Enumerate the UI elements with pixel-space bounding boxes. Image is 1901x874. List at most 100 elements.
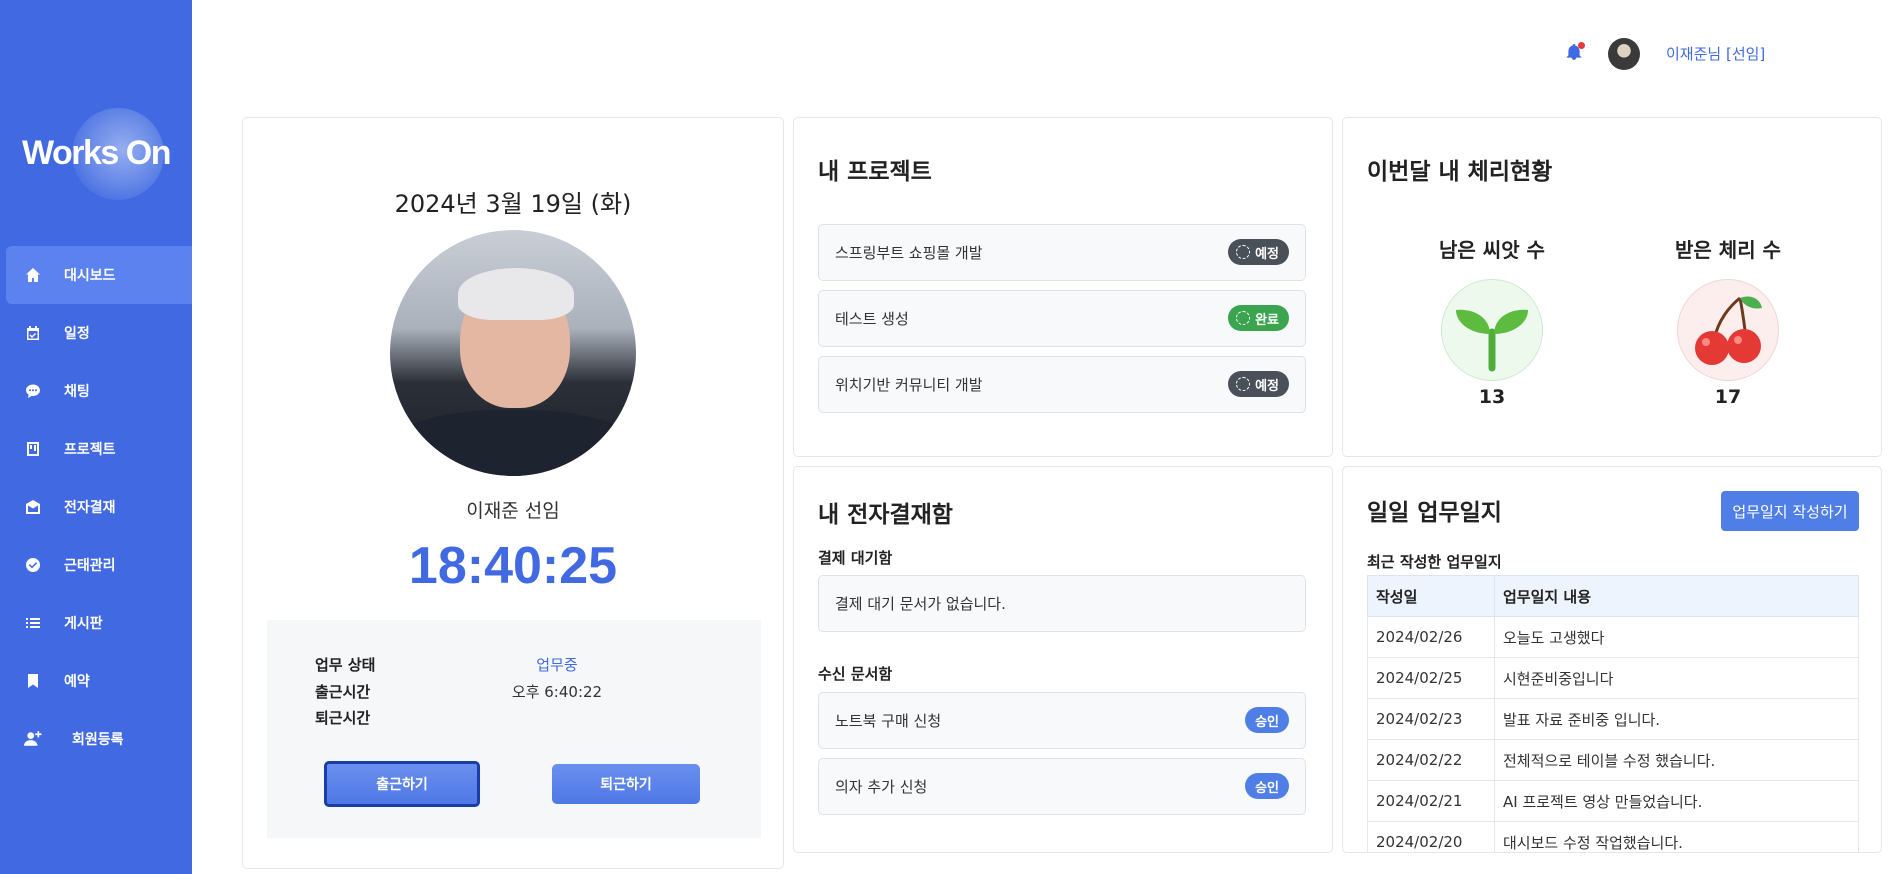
bookmark-icon <box>24 672 42 690</box>
cherry-status-card: 이번달 내 체리현황 남은 씨앗 수 13 받은 체리 수 17 <box>1342 117 1882 457</box>
profile-name: 이재준 선임 <box>466 500 560 522</box>
sidebar-item-label: 회원등록 <box>72 732 124 748</box>
project-name: 스프링부트 쇼핑몰 개발 <box>835 244 983 262</box>
spinner-icon <box>1236 311 1251 325</box>
daily-log-table: 작성일 업무일지 내용 2024/02/26 오늘도 고생했다 2024/02/2… <box>1367 575 1859 852</box>
log-content: 발표 자료 준비중 입니다. <box>1494 698 1859 740</box>
spinner-icon <box>1236 245 1251 259</box>
checkin-time-label: 출근시간 <box>315 683 371 701</box>
project-item[interactable]: 위치기반 커뮤니티 개발 예정 <box>818 356 1306 413</box>
table-row[interactable]: 2024/02/23 발표 자료 준비중 입니다. <box>1367 698 1859 740</box>
project-item[interactable]: 테스트 생성 완료 <box>818 290 1306 347</box>
sidebar-item-attendance[interactable]: 근태관리 <box>0 536 192 594</box>
daily-log-card: 일일 업무일지 업무일지 작성하기 최근 작성한 업무일지 작성일 업무일지 내… <box>1342 466 1882 853</box>
table-row[interactable]: 2024/02/21 AI 프로젝트 영상 만들었습니다. <box>1367 780 1859 822</box>
document-name: 노트북 구매 신청 <box>835 712 942 730</box>
sidebar-item-chat[interactable]: 채팅 <box>0 362 192 420</box>
log-date: 2024/02/21 <box>1367 780 1495 822</box>
approval-card: 내 전자결재함 결제 대기함 결제 대기 문서가 없습니다. 수신 문서함 노트… <box>793 466 1333 853</box>
approval-title: 내 전자결재함 <box>818 502 953 528</box>
log-content: 전체적으로 테이블 수정 했습니다. <box>1494 739 1859 781</box>
log-content: 시현준비중입니다 <box>1494 657 1859 699</box>
checkin-button[interactable]: 출근하기 <box>324 761 480 807</box>
work-status-label: 업무 상태 <box>315 656 376 674</box>
project-name: 위치기반 커뮤니티 개발 <box>835 376 983 394</box>
project-icon <box>24 440 42 458</box>
logo-text: Works On <box>22 134 171 172</box>
status-badge: 예정 <box>1228 239 1289 265</box>
cherry-circle <box>1677 279 1779 381</box>
attendance-status-box: 업무 상태 업무중 출근시간 오후 6:40:22 퇴근시간 출근하기 퇴근하기 <box>267 620 761 838</box>
works-on-logo[interactable]: Works On <box>22 108 172 200</box>
current-date: 2024년 3월 19일 (화) <box>394 190 632 218</box>
projects-title: 내 프로젝트 <box>818 159 932 185</box>
notification-dot <box>1578 42 1585 49</box>
work-status-value: 업무중 <box>536 656 578 674</box>
user-name-link[interactable]: 이재준님 [선임] <box>1666 43 1765 64</box>
table-row[interactable]: 2024/02/25 시현준비중입니다 <box>1367 657 1859 699</box>
sidebar-item-label: 근태관리 <box>64 558 116 574</box>
seed-count: 13 <box>1478 386 1506 408</box>
projects-card: 내 프로젝트 스프링부트 쇼핑몰 개발 예정 테스트 생성 완료 위치기반 커뮤… <box>793 117 1333 457</box>
log-content: 오늘도 고생했다 <box>1494 616 1859 658</box>
table-row[interactable]: 2024/02/22 전체적으로 테이블 수정 했습니다. <box>1367 739 1859 781</box>
sidebar-item-board[interactable]: 게시판 <box>0 594 192 652</box>
cherry-icon <box>1695 296 1762 365</box>
check-badge-icon <box>24 556 42 574</box>
profile-photo-coat <box>390 410 636 476</box>
notification-bell-icon[interactable] <box>1565 42 1585 63</box>
status-badge: 승인 <box>1245 773 1289 799</box>
table-row[interactable]: 2024/02/20 대시보드 수정 작업했습니다. <box>1367 821 1859 852</box>
sidebar-item-project[interactable]: 프로젝트 <box>0 420 192 478</box>
table-row[interactable]: 2024/02/26 오늘도 고생했다 <box>1367 616 1859 658</box>
status-badge: 완료 <box>1228 305 1289 331</box>
home-icon <box>24 266 42 284</box>
document-name: 의자 추가 신청 <box>835 778 928 796</box>
write-log-button[interactable]: 업무일지 작성하기 <box>1721 491 1859 531</box>
cherry-title: 이번달 내 체리현황 <box>1367 159 1553 185</box>
seed-label: 남은 씨앗 수 <box>1439 238 1545 262</box>
checkout-button[interactable]: 퇴근하기 <box>552 764 700 804</box>
sidebar: Works On 대시보드 일정 채팅 프로젝트 전자결재 근태관리 게시판 예… <box>0 0 192 874</box>
sidebar-item-label: 채팅 <box>64 384 90 400</box>
sidebar-item-label: 대시보드 <box>64 268 116 284</box>
sidebar-item-register[interactable]: 회원등록 <box>0 710 192 768</box>
inbox-item[interactable]: 의자 추가 신청 승인 <box>818 758 1306 815</box>
sidebar-item-schedule[interactable]: 일정 <box>0 304 192 362</box>
avatar[interactable] <box>1608 38 1640 70</box>
status-text: 예정 <box>1255 378 1279 394</box>
user-add-icon <box>24 730 42 748</box>
log-date: 2024/02/25 <box>1367 657 1495 699</box>
log-date: 2024/02/22 <box>1367 739 1495 781</box>
sidebar-item-label: 프로젝트 <box>64 442 116 458</box>
sidebar-item-label: 일정 <box>64 326 90 342</box>
cherry-label: 받은 체리 수 <box>1675 238 1781 262</box>
waiting-empty-text: 결제 대기 문서가 없습니다. <box>835 595 1006 613</box>
seed-circle <box>1441 279 1543 381</box>
sidebar-item-label: 전자결재 <box>64 500 116 516</box>
cherry-count: 17 <box>1714 386 1742 408</box>
profile-card: 2024년 3월 19일 (화) 이재준 선임 18:40:25 업무 상태 업… <box>242 117 784 869</box>
sidebar-item-dashboard[interactable]: 대시보드 <box>6 246 192 304</box>
waiting-box-label: 결제 대기함 <box>818 549 893 567</box>
log-date: 2024/02/26 <box>1367 616 1495 658</box>
status-text: 예정 <box>1255 246 1279 262</box>
project-item[interactable]: 스프링부트 쇼핑몰 개발 예정 <box>818 224 1306 281</box>
table-header-row: 작성일 업무일지 내용 <box>1367 575 1859 617</box>
status-badge: 예정 <box>1228 371 1289 397</box>
inbox-item[interactable]: 노트북 구매 신청 승인 <box>818 692 1306 749</box>
profile-photo <box>390 230 636 476</box>
sidebar-item-approval[interactable]: 전자결재 <box>0 478 192 536</box>
recent-log-label: 최근 작성한 업무일지 <box>1367 553 1502 571</box>
checkout-time-label: 퇴근시간 <box>315 709 371 727</box>
mail-icon <box>24 498 42 516</box>
sidebar-item-label: 예약 <box>64 674 90 690</box>
sidebar-item-reservation[interactable]: 예약 <box>0 652 192 710</box>
log-date: 2024/02/23 <box>1367 698 1495 740</box>
sidebar-nav: 대시보드 일정 채팅 프로젝트 전자결재 근태관리 게시판 예약 회원등록 <box>0 246 192 768</box>
log-content: AI 프로젝트 영상 만들었습니다. <box>1494 780 1859 822</box>
waiting-empty-message: 결제 대기 문서가 없습니다. <box>818 575 1306 632</box>
calendar-icon <box>24 324 42 342</box>
profile-photo-hair <box>458 268 574 320</box>
status-badge: 승인 <box>1245 707 1289 733</box>
